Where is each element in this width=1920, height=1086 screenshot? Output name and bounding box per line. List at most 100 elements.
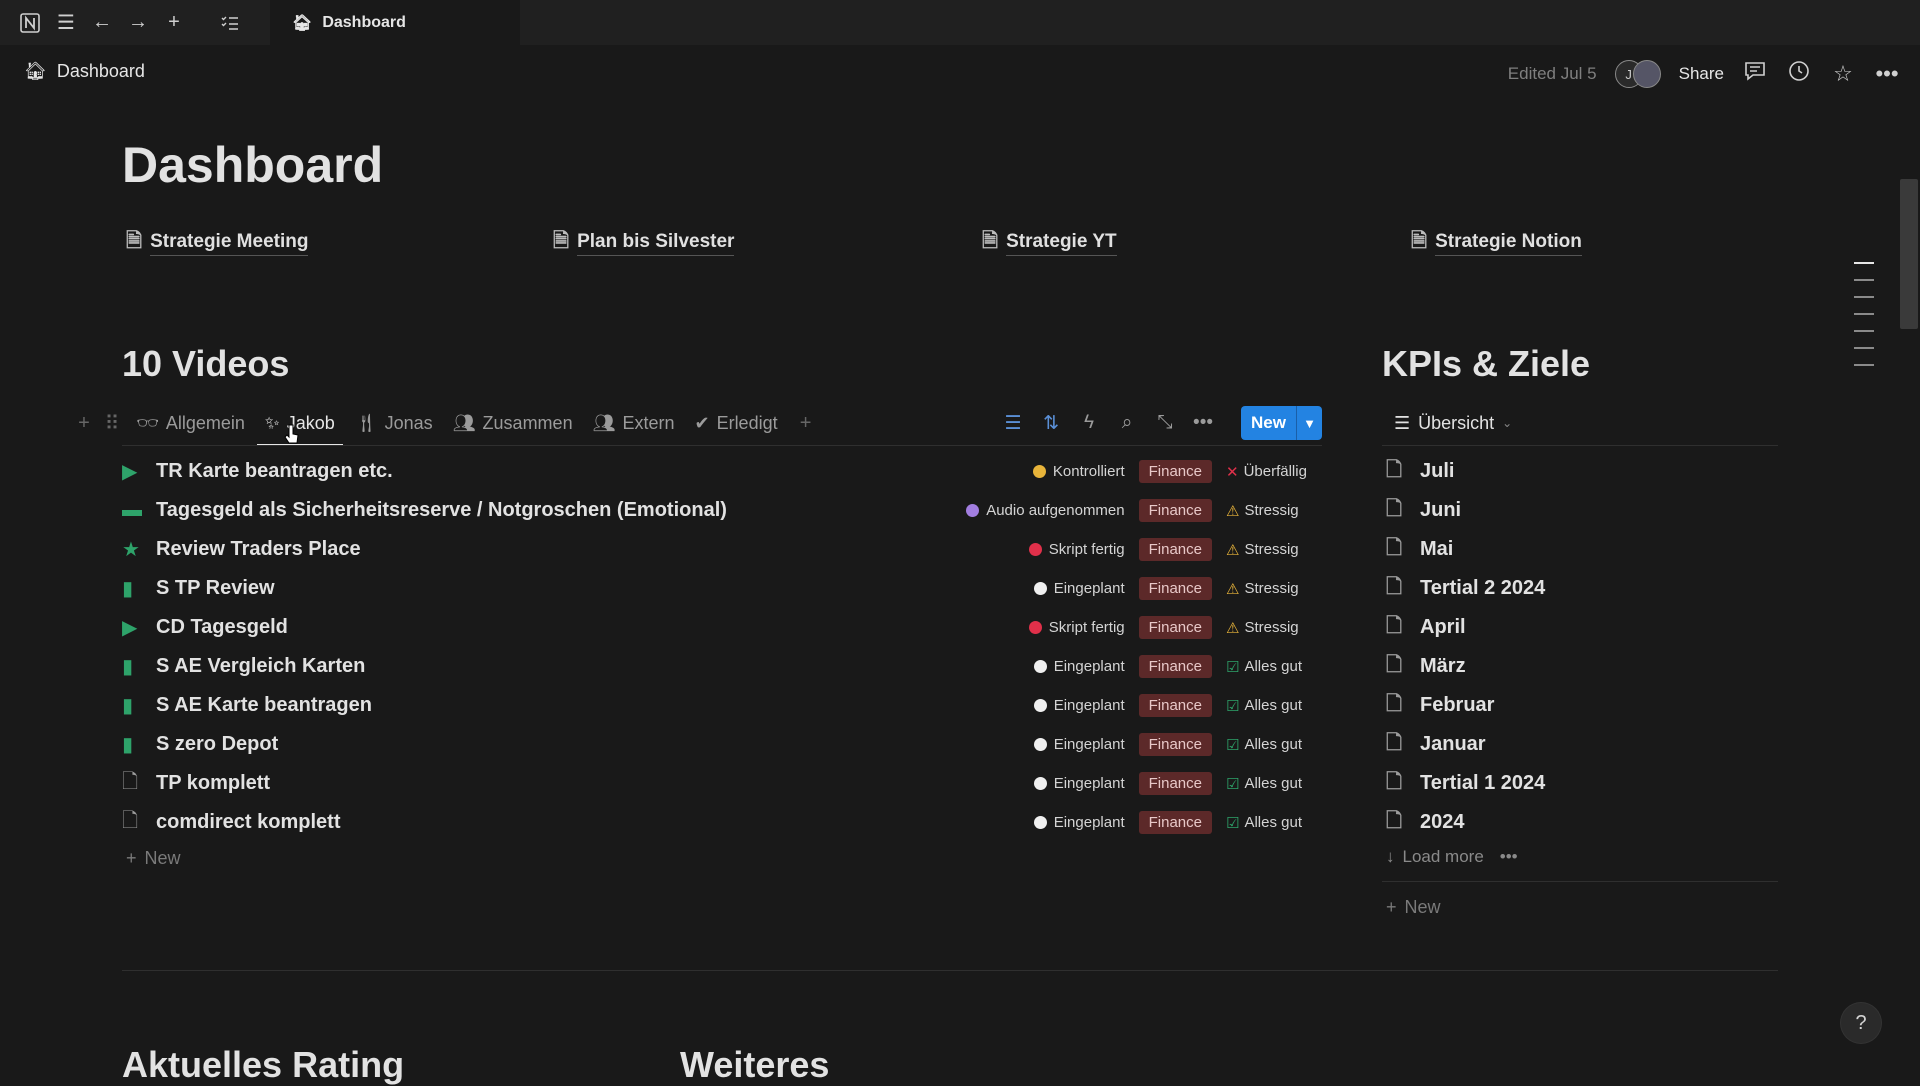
status-badge[interactable]: Eingeplant xyxy=(1033,736,1125,753)
toc-line[interactable] xyxy=(1854,313,1874,315)
status-badge[interactable]: Eingeplant xyxy=(1033,580,1125,597)
status-badge[interactable]: Skript fertig xyxy=(1028,619,1125,636)
history-clock-icon[interactable] xyxy=(1786,60,1812,88)
table-row[interactable]: 🗋︎ comdirect komplett Eingeplant Finance ☑ Al… xyxy=(122,803,1322,842)
list-item[interactable]: 🗋︎ Tertial 2 2024 xyxy=(1386,569,1776,608)
new-button-label[interactable]: New xyxy=(1241,406,1296,440)
category-tag[interactable]: Finance xyxy=(1138,772,1212,795)
breadcrumb[interactable]: 🏠︎ Dashboard xyxy=(24,61,145,82)
row-title[interactable]: TP komplett xyxy=(156,772,270,795)
add-view-plus-icon[interactable]: + xyxy=(792,412,820,435)
new-entry-button[interactable]: New ▼ xyxy=(1241,406,1322,440)
table-row[interactable]: ▬ Tagesgeld als Sicherheitsreserve / Notg… xyxy=(122,491,1322,530)
table-row[interactable]: ▶ CD Tagesgeld Skript fertig Finance ⚠ Stress… xyxy=(122,608,1322,647)
link-strategie-notion[interactable]: 🗎 Strategie Notion xyxy=(1411,226,1582,260)
scrollbar[interactable] xyxy=(1896,103,1920,1080)
list-item[interactable]: 🗋︎ Tertial 1 2024 xyxy=(1386,764,1776,803)
list-item[interactable]: 🗋︎ Januar xyxy=(1386,725,1776,764)
list-item[interactable]: 🗋︎ Juli xyxy=(1386,452,1776,491)
status-badge[interactable]: Skript fertig xyxy=(1028,541,1125,558)
status-badge[interactable]: Audio aufgenommen xyxy=(966,502,1125,519)
status-badge[interactable]: Eingeplant xyxy=(1033,775,1125,792)
list-item[interactable]: 🗋︎ 2024 xyxy=(1386,803,1776,842)
drag-handle-icon[interactable]: ⠿ xyxy=(98,411,126,436)
category-tag[interactable]: Finance xyxy=(1138,538,1212,561)
comments-icon[interactable] xyxy=(1742,61,1768,87)
help-button[interactable]: ? xyxy=(1841,1003,1881,1043)
row-title[interactable]: S zero Depot xyxy=(156,733,278,756)
category-tag[interactable]: Finance xyxy=(1138,577,1212,600)
mood-badge[interactable]: ⚠ Stressig xyxy=(1226,502,1310,520)
checklist-icon[interactable] xyxy=(212,0,248,45)
row-title[interactable]: comdirect komplett xyxy=(156,811,340,834)
list-item[interactable]: 🗋︎ Juni xyxy=(1386,491,1776,530)
mood-badge[interactable]: ☑ Alles gut xyxy=(1226,658,1310,676)
filter-icon[interactable]: ☰ xyxy=(1001,412,1025,435)
tab-allgemein[interactable]: 👓︎ Allgemein xyxy=(126,402,255,444)
avatar-group[interactable]: J xyxy=(1614,60,1661,88)
category-tag[interactable]: Finance xyxy=(1138,616,1212,639)
mood-badge[interactable]: ☑ Alles gut xyxy=(1226,736,1310,754)
forward-arrow-icon[interactable]: → xyxy=(120,0,156,45)
list-item[interactable]: 🗋︎ März xyxy=(1386,647,1776,686)
table-row[interactable]: ★ Review Traders Place Skript fertig Financ… xyxy=(122,530,1322,569)
sort-icon[interactable]: ⇅ xyxy=(1039,412,1063,435)
table-row[interactable]: ▮ S AE Karte beantragen Eingeplant Finance ☑… xyxy=(122,686,1322,725)
row-title[interactable]: S AE Vergleich Karten xyxy=(156,655,365,678)
toc-line[interactable] xyxy=(1854,262,1874,264)
more-options-icon[interactable]: ••• xyxy=(1874,61,1900,87)
toc-line[interactable] xyxy=(1854,347,1874,349)
mood-badge[interactable]: ☑ Alles gut xyxy=(1226,775,1310,793)
table-row[interactable]: ▶ TR Karte beantragen etc. Kontrolliert Fin… xyxy=(122,452,1322,491)
mood-badge[interactable]: ⚠ Stressig xyxy=(1226,619,1310,637)
more-icon[interactable]: ••• xyxy=(1191,412,1215,434)
mood-badge[interactable]: ✕ Überfällig xyxy=(1226,463,1310,481)
row-title[interactable]: CD Tagesgeld xyxy=(156,616,288,639)
tab-jonas[interactable]: 🍴︎ Jonas xyxy=(345,402,443,444)
scrollbar-thumb[interactable] xyxy=(1900,179,1918,329)
toc-line[interactable] xyxy=(1854,279,1874,281)
row-title[interactable]: S TP Review xyxy=(156,577,275,600)
mood-badge[interactable]: ☑ Alles gut xyxy=(1226,814,1310,832)
mood-badge[interactable]: ⚠ Stressig xyxy=(1226,541,1310,559)
category-tag[interactable]: Finance xyxy=(1138,694,1212,717)
tab-dashboard[interactable]: 🏠︎ Dashboard xyxy=(270,0,520,45)
category-tag[interactable]: Finance xyxy=(1138,811,1212,834)
table-row[interactable]: ▮ S TP Review Eingeplant Finance ⚠ Stressig xyxy=(122,569,1322,608)
tab-extern[interactable]: 👥︎ Extern xyxy=(583,402,685,444)
link-strategie-yt[interactable]: 🗎 Strategie YT xyxy=(982,226,1117,260)
tab-erledigt[interactable]: ✔︎ Erledigt xyxy=(684,402,787,444)
add-block-plus-icon[interactable]: + xyxy=(70,412,98,435)
expand-icon[interactable]: ⤡ xyxy=(1153,412,1177,434)
row-title[interactable]: S AE Karte beantragen xyxy=(156,694,372,717)
toc-line[interactable] xyxy=(1854,296,1874,298)
automation-bolt-icon[interactable]: ϟ xyxy=(1077,412,1101,434)
link-strategie-meeting[interactable]: 🗎 Strategie Meeting xyxy=(126,226,309,260)
mood-badge[interactable]: ⚠ Stressig xyxy=(1226,580,1310,598)
back-arrow-icon[interactable]: ← xyxy=(84,0,120,45)
kpi-view-selector[interactable]: ☰ Übersicht ⌄ xyxy=(1394,402,1512,444)
table-row[interactable]: ▮ S AE Vergleich Karten Eingeplant Finance ☑… xyxy=(122,647,1322,686)
add-new-kpi[interactable]: + New xyxy=(1386,897,1441,918)
status-badge[interactable]: Kontrolliert xyxy=(1032,463,1125,480)
more-icon[interactable]: ••• xyxy=(1500,847,1518,867)
status-badge[interactable]: Eingeplant xyxy=(1033,658,1125,675)
new-tab-plus-icon[interactable]: + xyxy=(156,0,192,45)
share-button[interactable]: Share xyxy=(1679,64,1724,84)
row-title[interactable]: Review Traders Place xyxy=(156,538,361,561)
category-tag[interactable]: Finance xyxy=(1138,733,1212,756)
row-title[interactable]: TR Karte beantragen etc. xyxy=(156,460,393,483)
add-new-video[interactable]: + New xyxy=(126,848,181,869)
notion-logo-icon[interactable] xyxy=(12,0,48,45)
table-row[interactable]: 🗋︎ TP komplett Eingeplant Finance ☑ Alles gut xyxy=(122,764,1322,803)
mood-badge[interactable]: ☑ Alles gut xyxy=(1226,697,1310,715)
menu-icon[interactable]: ☰ xyxy=(48,0,84,45)
link-plan-bis-silvester[interactable]: 🗎 Plan bis Silvester xyxy=(553,226,735,260)
tab-zusammen[interactable]: 👥︎ Zusammen xyxy=(443,402,583,444)
row-title[interactable]: Tagesgeld als Sicherheitsreserve / Notgr… xyxy=(156,499,727,522)
favorite-star-icon[interactable]: ☆ xyxy=(1830,61,1856,87)
list-item[interactable]: 🗋︎ April xyxy=(1386,608,1776,647)
table-row[interactable]: ▮ S zero Depot Eingeplant Finance ☑ Alles gut xyxy=(122,725,1322,764)
search-icon[interactable]: ⌕ xyxy=(1115,412,1139,434)
category-tag[interactable]: Finance xyxy=(1138,460,1212,483)
